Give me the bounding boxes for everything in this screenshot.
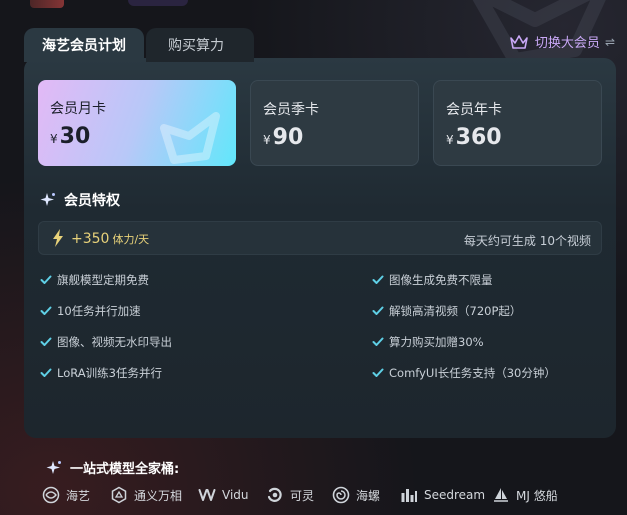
model-kling: 可灵: [266, 486, 314, 504]
check-icon: [40, 337, 52, 346]
feature-label: 图像生成免费不限量: [389, 273, 493, 287]
plan-amount: 30: [59, 124, 91, 149]
model-name: 海螺: [356, 488, 381, 503]
model-name: 通义万相: [134, 488, 183, 503]
plan-name: 会员季卡: [263, 102, 319, 118]
model-name: 可灵: [290, 488, 315, 503]
energy-note: 每天约可生成 10个视频: [463, 234, 591, 248]
plan-price: ¥ 90: [263, 125, 418, 150]
switch-membership-link[interactable]: 切换大会员 ⇌: [509, 32, 615, 51]
feature-item: 算力购买加赠30%: [372, 334, 484, 350]
hailuo-icon: [332, 486, 350, 504]
model-mj: MJ 悠船: [492, 486, 558, 504]
feature-label: ComfyUI长任务支持（30分钟）: [389, 366, 556, 380]
plan-amount: 90: [272, 125, 304, 150]
switch-membership-label: 切换大会员: [534, 36, 600, 51]
check-icon: [40, 275, 52, 284]
sparkle-icon: [46, 460, 61, 474]
onestop-title: 一站式模型全家桶:: [70, 462, 180, 477]
check-icon: [40, 306, 52, 315]
check-icon: [372, 368, 384, 377]
onestop-heading: 一站式模型全家桶:: [46, 458, 179, 477]
model-name: 海艺: [66, 488, 91, 503]
model-haiyi: 海艺: [42, 486, 90, 504]
star-decoration-icon: [160, 112, 220, 164]
check-icon: [372, 337, 384, 346]
model-vidu: Vidu: [198, 486, 249, 504]
energy-amount-value: +350: [71, 231, 110, 247]
plan-amount: 360: [455, 125, 502, 150]
model-seedream: Seedream: [400, 486, 485, 504]
lightning-icon: [53, 229, 63, 247]
feature-label: 解锁高清视频（720P起）: [389, 304, 522, 318]
plan-card-monthly[interactable]: 会员月卡 ¥ 30: [38, 80, 236, 166]
feature-label: 旗舰模型定期免费: [57, 273, 149, 287]
currency-symbol: ¥: [263, 133, 271, 147]
sparkle-icon: [40, 193, 55, 206]
kling-icon: [267, 487, 282, 502]
feature-item: 旗舰模型定期免费: [40, 272, 149, 288]
feature-item: 图像生成免费不限量: [372, 272, 493, 288]
feature-item: ComfyUI长任务支持（30分钟）: [372, 365, 556, 381]
check-icon: [40, 368, 52, 377]
tab-membership-plan[interactable]: 海艺会员计划: [24, 28, 144, 62]
feature-item: 解锁高清视频（720P起）: [372, 303, 521, 319]
feature-label: 10任务并行加速: [57, 304, 141, 318]
check-icon: [372, 306, 384, 315]
haiyi-icon: [42, 486, 60, 504]
plan-card-quarterly[interactable]: 会员季卡 ¥ 90: [250, 80, 419, 166]
tab-bar: 海艺会员计划 购买算力: [24, 28, 254, 62]
feature-label: 算力购买加赠30%: [389, 335, 484, 349]
crown-icon: [510, 34, 528, 49]
plan-price: ¥ 360: [446, 125, 601, 150]
vidu-icon: [198, 489, 216, 501]
tongyi-icon: [111, 486, 127, 504]
model-name: MJ 悠船: [516, 488, 558, 503]
feature-item: 图像、视频无水印导出: [40, 334, 172, 350]
model-list: 海艺 通义万相 Vidu 可灵 海螺 Seedream MJ 悠船: [42, 486, 622, 508]
seedream-icon: [401, 489, 417, 502]
feature-item: LoRA训练3任务并行: [40, 365, 162, 381]
model-name: Seedream: [424, 488, 486, 502]
plan-cards: 会员月卡 ¥ 30 会员季卡 ¥ 90 会员年卡 ¥ 360: [38, 80, 602, 166]
energy-bar: +350 体力/天 每天约可生成 10个视频: [38, 221, 602, 255]
mj-icon: [494, 488, 508, 502]
energy-amount: +350 体力/天: [71, 231, 149, 247]
top-badge: [128, 0, 188, 6]
check-icon: [372, 275, 384, 284]
tab-buy-compute[interactable]: 购买算力: [146, 28, 254, 62]
perks-title: 会员特权: [64, 193, 120, 209]
feature-item: 10任务并行加速: [40, 303, 141, 319]
model-hailuo: 海螺: [332, 486, 380, 504]
plan-card-yearly[interactable]: 会员年卡 ¥ 360: [433, 80, 602, 166]
feature-label: LoRA训练3任务并行: [57, 366, 162, 380]
energy-unit: 体力/天: [112, 233, 150, 246]
currency-symbol: ¥: [446, 133, 454, 147]
feature-label: 图像、视频无水印导出: [57, 335, 172, 349]
model-tongyi: 通义万相: [110, 486, 182, 504]
swap-arrows-icon: ⇌: [604, 34, 615, 49]
perks-heading: 会员特权: [40, 190, 120, 210]
currency-symbol: ¥: [50, 132, 58, 146]
model-name: Vidu: [222, 488, 249, 502]
plan-name: 会员年卡: [446, 102, 502, 118]
top-logo: [30, 0, 64, 8]
